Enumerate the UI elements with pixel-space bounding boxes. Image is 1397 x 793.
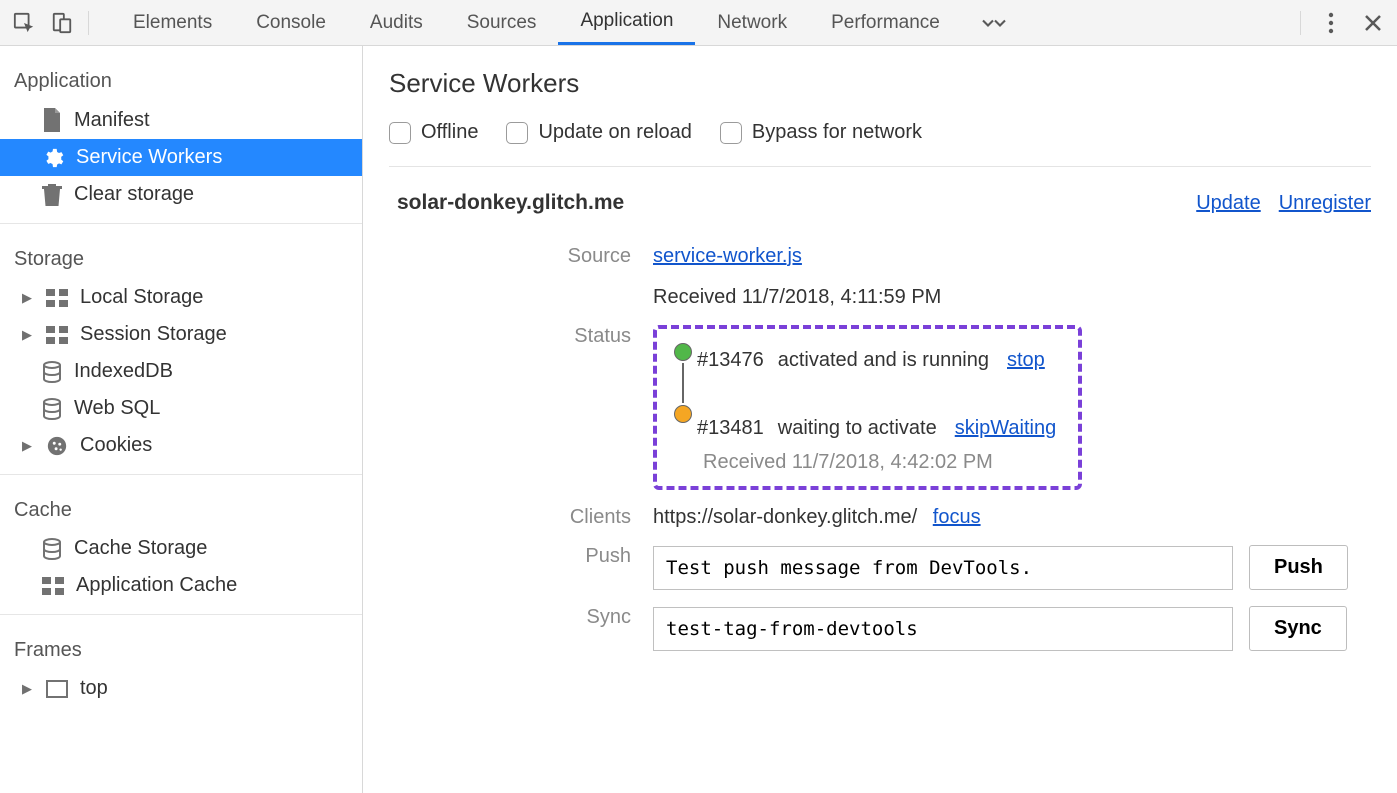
content-pane: Service Workers Offline Update on reload…: [363, 46, 1397, 793]
sidebar-item-label: Application Cache: [76, 574, 237, 597]
push-label: Push: [421, 541, 631, 590]
sidebar-item-label: Service Workers: [76, 146, 222, 169]
file-icon: [42, 108, 62, 132]
tabbar-right-controls: [1300, 11, 1385, 35]
update-link[interactable]: Update: [1196, 192, 1261, 215]
application-sidebar: Application Manifest Service Workers Cle…: [0, 46, 363, 793]
sidebar-item-label: Session Storage: [80, 323, 227, 346]
tabbar-left-controls: [12, 11, 89, 35]
checkbox-icon[interactable]: [506, 122, 528, 144]
tab-elements[interactable]: Elements: [111, 0, 234, 45]
sidebar-item-clear-storage[interactable]: Clear storage: [0, 176, 362, 213]
registration-origin: solar-donkey.glitch.me: [397, 191, 624, 215]
sidebar-item-label: top: [80, 677, 108, 700]
panel-tabs: Elements Console Audits Sources Applicat…: [111, 0, 1296, 45]
skipwaiting-link[interactable]: skipWaiting: [955, 417, 1057, 440]
trash-icon: [42, 184, 62, 206]
option-bypass-for-network[interactable]: Bypass for network: [720, 121, 922, 144]
grid-icon: [46, 326, 68, 344]
expand-triangle-icon: ▶: [20, 681, 34, 697]
database-icon: [42, 538, 62, 560]
more-tabs-icon[interactable]: [962, 0, 1026, 45]
status-highlight-box: #13476 activated and is running stop #13…: [653, 325, 1082, 490]
tab-application[interactable]: Application: [558, 0, 695, 45]
sidebar-group-storage: Storage: [0, 234, 362, 279]
status-dot-green-icon: [674, 343, 692, 361]
devtools-tabbar: Elements Console Audits Sources Applicat…: [0, 0, 1397, 46]
option-offline[interactable]: Offline: [389, 121, 478, 144]
grid-icon: [46, 289, 68, 307]
sidebar-item-label: Manifest: [74, 109, 150, 132]
status-entry-id: #13481: [697, 417, 764, 440]
grid-icon: [42, 577, 64, 595]
database-icon: [42, 361, 62, 383]
database-icon: [42, 398, 62, 420]
source-received: Received 11/7/2018, 4:11:59 PM: [653, 286, 1371, 309]
option-update-on-reload[interactable]: Update on reload: [506, 121, 691, 144]
sidebar-item-indexeddb[interactable]: IndexedDB: [0, 353, 362, 390]
status-entry-text: activated and is running: [778, 349, 989, 372]
client-url: https://solar-donkey.glitch.me/: [653, 506, 917, 528]
push-button[interactable]: Push: [1249, 545, 1348, 590]
toggle-device-icon[interactable]: [50, 11, 74, 35]
sync-label: Sync: [421, 602, 631, 651]
status-entry-id: #13476: [697, 349, 764, 372]
status-entry-text: waiting to activate: [778, 417, 937, 440]
source-file-link[interactable]: service-worker.js: [653, 245, 802, 267]
tab-console[interactable]: Console: [234, 0, 348, 45]
status-connector-icon: [682, 363, 684, 403]
sidebar-item-frame-top[interactable]: ▶ top: [0, 670, 362, 707]
sidebar-item-local-storage[interactable]: ▶ Local Storage: [0, 279, 362, 316]
sidebar-item-label: Clear storage: [74, 183, 194, 206]
sidebar-item-label: Cache Storage: [74, 537, 207, 560]
clients-label: Clients: [421, 502, 631, 529]
focus-link[interactable]: focus: [933, 506, 981, 528]
expand-triangle-icon: ▶: [20, 438, 34, 454]
sidebar-group-frames: Frames: [0, 625, 362, 670]
tab-network[interactable]: Network: [695, 0, 809, 45]
inspect-element-icon[interactable]: [12, 11, 36, 35]
sidebar-item-label: Local Storage: [80, 286, 203, 309]
status-label: Status: [421, 321, 631, 490]
sidebar-item-cache-storage[interactable]: Cache Storage: [0, 530, 362, 567]
sidebar-item-manifest[interactable]: Manifest: [0, 101, 362, 139]
checkbox-icon[interactable]: [720, 122, 742, 144]
tab-performance[interactable]: Performance: [809, 0, 962, 45]
sidebar-item-label: IndexedDB: [74, 360, 173, 383]
sidebar-item-application-cache[interactable]: Application Cache: [0, 567, 362, 604]
sync-tag-input[interactable]: [653, 607, 1233, 651]
option-label: Offline: [421, 121, 478, 144]
sidebar-item-session-storage[interactable]: ▶ Session Storage: [0, 316, 362, 353]
close-icon[interactable]: [1361, 11, 1385, 35]
kebab-menu-icon[interactable]: [1319, 11, 1343, 35]
option-label: Update on reload: [538, 121, 691, 144]
option-label: Bypass for network: [752, 121, 922, 144]
service-worker-registration: solar-donkey.glitch.me Update Unregister…: [389, 191, 1371, 651]
expand-triangle-icon: ▶: [20, 327, 34, 343]
stop-link[interactable]: stop: [1007, 349, 1045, 372]
sidebar-item-label: Cookies: [80, 434, 152, 457]
tab-audits[interactable]: Audits: [348, 0, 445, 45]
status-dot-orange-icon: [674, 405, 692, 423]
sidebar-group-application: Application: [0, 56, 362, 101]
sidebar-item-label: Web SQL: [74, 397, 160, 420]
cookie-icon: [46, 435, 68, 457]
status-received: Received 11/7/2018, 4:42:02 PM: [669, 451, 1056, 474]
source-label: Source: [421, 241, 631, 309]
frame-icon: [46, 680, 68, 698]
sidebar-item-websql[interactable]: Web SQL: [0, 390, 362, 427]
page-title: Service Workers: [389, 68, 1371, 99]
tab-sources[interactable]: Sources: [445, 0, 559, 45]
checkbox-icon[interactable]: [389, 122, 411, 144]
gear-icon: [42, 147, 64, 169]
service-worker-options: Offline Update on reload Bypass for netw…: [389, 121, 1371, 144]
sidebar-item-service-workers[interactable]: Service Workers: [0, 139, 362, 176]
sidebar-group-cache: Cache: [0, 485, 362, 530]
unregister-link[interactable]: Unregister: [1279, 192, 1371, 215]
expand-triangle-icon: ▶: [20, 290, 34, 306]
sync-button[interactable]: Sync: [1249, 606, 1347, 651]
sidebar-item-cookies[interactable]: ▶ Cookies: [0, 427, 362, 464]
push-message-input[interactable]: [653, 546, 1233, 590]
